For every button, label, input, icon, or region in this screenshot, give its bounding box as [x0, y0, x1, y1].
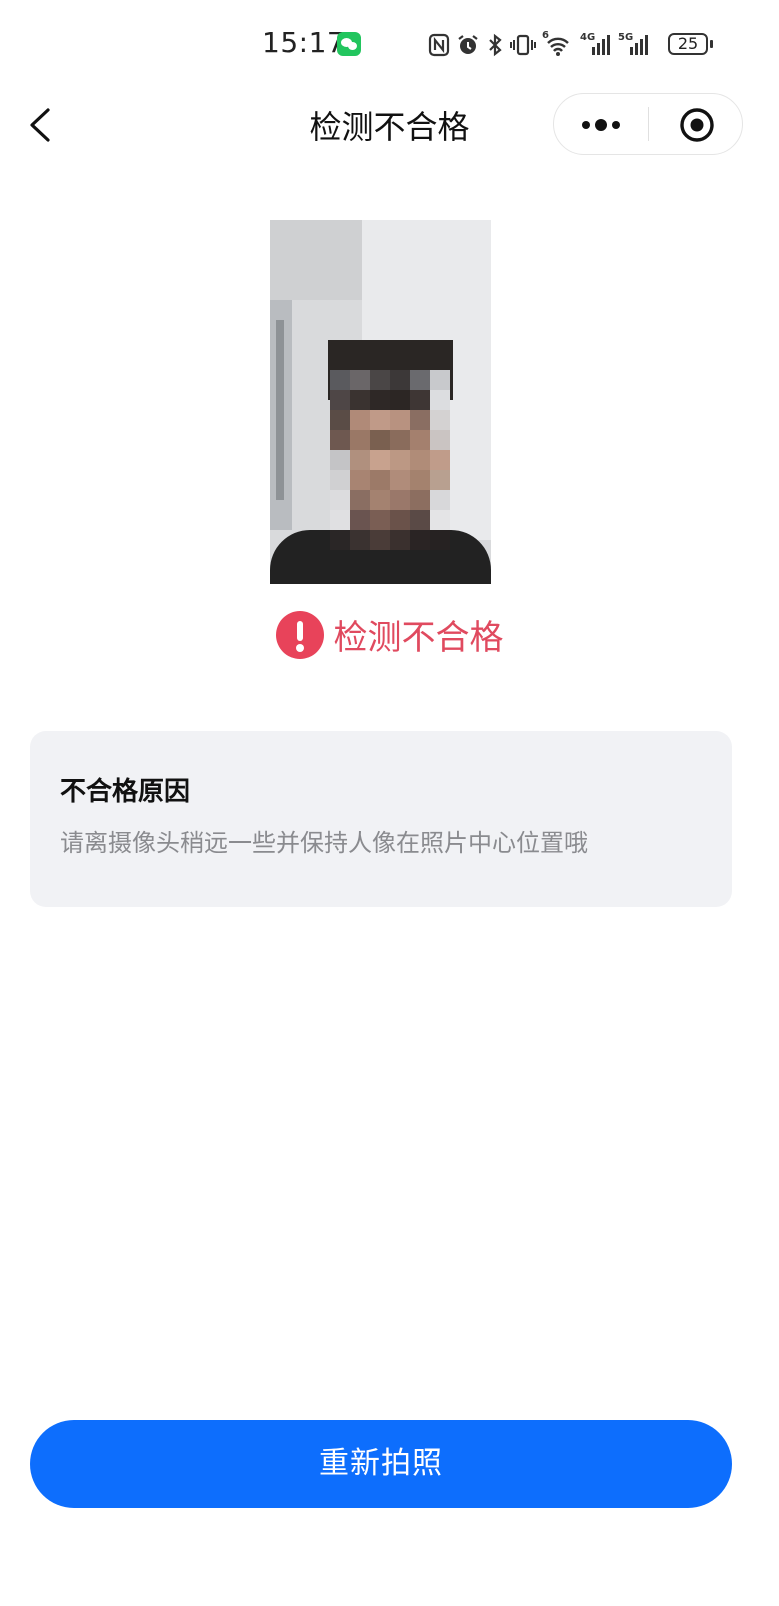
retake-photo-button[interactable]: 重新拍照	[30, 1420, 732, 1508]
more-dots-icon	[582, 119, 620, 131]
reason-title: 不合格原因	[60, 777, 191, 807]
bluetooth-icon	[486, 33, 504, 57]
status-icons: 6 4G 5G	[428, 30, 650, 60]
vibrate-icon	[510, 33, 536, 57]
alarm-icon	[456, 33, 480, 57]
mini-program-capsule	[553, 93, 743, 155]
battery-tip	[710, 40, 713, 48]
nfc-icon	[428, 33, 450, 57]
more-button[interactable]	[554, 94, 649, 154]
battery-icon: 25	[668, 33, 708, 55]
nav-bar: 检测不合格	[0, 90, 779, 160]
close-miniprogram-button[interactable]	[649, 94, 744, 154]
captured-photo	[270, 220, 491, 584]
target-circle-icon	[680, 108, 714, 142]
signal-5g-icon: 5G	[618, 33, 650, 57]
wechat-icon	[337, 32, 361, 56]
photo-window	[270, 300, 292, 530]
reason-message: 请离摄像头稍远一些并保持人像在照片中心位置哦	[60, 829, 588, 857]
reason-card: 不合格原因 请离摄像头稍远一些并保持人像在照片中心位置哦	[30, 731, 732, 907]
wifi-icon: 6	[542, 31, 574, 57]
status-time: 15:17	[262, 26, 346, 59]
status-bar: 15:17 6 4G 5G 25	[0, 0, 779, 90]
signal-4g-icon: 4G	[580, 33, 612, 57]
result-status-text: 检测不合格	[333, 618, 504, 658]
exclamation-circle-icon	[275, 610, 324, 659]
pixelated-face	[330, 370, 450, 550]
result-status: 检测不合格	[0, 610, 779, 664]
